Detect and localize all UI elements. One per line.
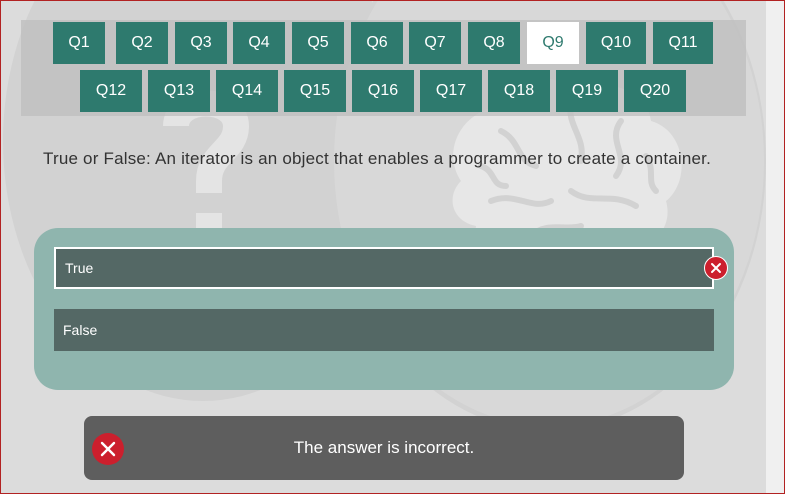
nav-button-q6[interactable]: Q6 [351, 22, 403, 64]
nav-button-q18[interactable]: Q18 [488, 70, 550, 112]
answer-option-true[interactable]: True [54, 247, 728, 289]
nav-button-q19[interactable]: Q19 [556, 70, 618, 112]
question-text: True or False: An iterator is an object … [43, 149, 712, 168]
answer-option-false[interactable]: False [54, 309, 714, 351]
nav-button-q5[interactable]: Q5 [292, 22, 344, 64]
nav-button-q9[interactable]: Q9 [527, 22, 579, 64]
nav-button-q14[interactable]: Q14 [216, 70, 278, 112]
nav-button-q3[interactable]: Q3 [175, 22, 227, 64]
nav-button-q11[interactable]: Q11 [653, 22, 713, 64]
answer-option-label: True [65, 260, 94, 276]
feedback-text: The answer is incorrect. [293, 438, 475, 457]
nav-button-q13[interactable]: Q13 [148, 70, 210, 112]
nav-button-q4[interactable]: Q4 [233, 22, 285, 64]
nav-button-q10[interactable]: Q10 [586, 22, 646, 64]
nav-button-q1[interactable]: Q1 [53, 22, 105, 64]
scrollbar-track [766, 1, 784, 493]
close-icon [92, 433, 124, 465]
nav-button-q16[interactable]: Q16 [352, 70, 414, 112]
nav-button-q15[interactable]: Q15 [284, 70, 346, 112]
question-navigation: Q1 Q2 Q3 Q4 Q5 Q6 Q7 Q8 Q9 Q10 Q11 Q12 Q… [21, 20, 746, 116]
quiz-frame: Q1 Q2 Q3 Q4 Q5 Q6 Q7 Q8 Q9 Q10 Q11 Q12 Q… [0, 0, 785, 494]
answer-options-panel: True False [34, 228, 734, 390]
nav-button-q20[interactable]: Q20 [624, 70, 686, 112]
nav-button-q12[interactable]: Q12 [80, 70, 142, 112]
feedback-banner: The answer is incorrect. [84, 416, 684, 480]
close-icon [704, 256, 728, 280]
nav-button-q7[interactable]: Q7 [409, 22, 461, 64]
nav-button-q8[interactable]: Q8 [468, 22, 520, 64]
answer-option-label: False [63, 322, 98, 338]
nav-button-q2[interactable]: Q2 [116, 22, 168, 64]
nav-button-q17[interactable]: Q17 [420, 70, 482, 112]
